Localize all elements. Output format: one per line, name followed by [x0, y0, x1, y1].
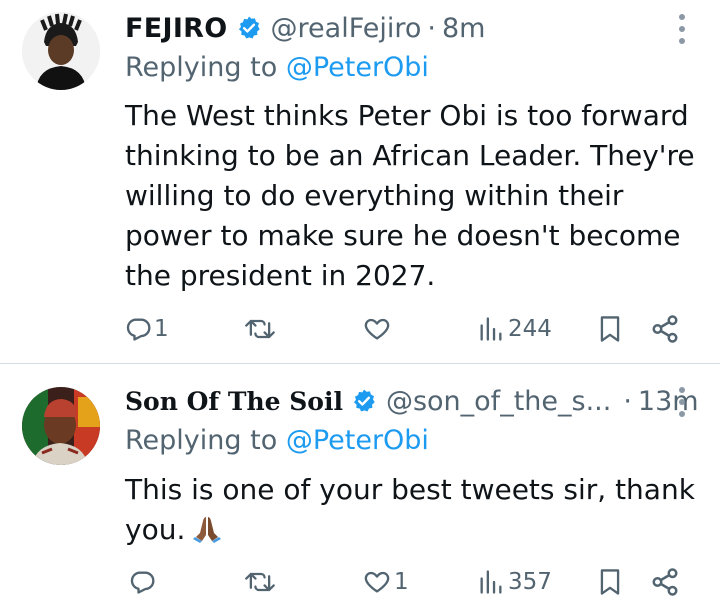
handle[interactable]: @son_of_the_s... — [386, 386, 611, 417]
retweet-button[interactable] — [244, 568, 278, 596]
mention-link[interactable]: @PeterObi — [286, 52, 429, 83]
tweet-text: The West thinks Peter Obi is too forward… — [125, 99, 695, 292]
display-name[interactable]: Son Of The Soil — [125, 387, 343, 416]
tweet-header: Son Of The Soil @son_of_the_s... · 13m — [125, 381, 720, 421]
retweet-button[interactable] — [244, 315, 278, 343]
tweet[interactable]: Son Of The Soil @son_of_the_s... · 13m R… — [0, 365, 720, 607]
retweet-icon — [245, 572, 275, 592]
views-button[interactable]: 357 — [476, 568, 552, 596]
tweet[interactable]: FEJIRO @realFejiro · 8m Replying to @Pet… — [0, 0, 720, 364]
share-button[interactable] — [650, 314, 680, 344]
mention-link[interactable]: @PeterObi — [286, 425, 429, 456]
views-button[interactable]: 244 — [476, 315, 552, 343]
display-name[interactable]: FEJIRO — [125, 13, 228, 44]
timestamp[interactable]: 8m — [442, 13, 485, 44]
reply-button[interactable]: 1 — [124, 315, 169, 343]
verified-badge-icon — [238, 16, 260, 39]
tweet-text: This is one of your best tweets sir, tha… — [125, 470, 695, 554]
action-bar: 1 244 — [0, 310, 720, 350]
bookmark-icon — [600, 569, 620, 595]
bookmark-icon — [600, 316, 620, 342]
share-icon — [652, 315, 678, 343]
separator: · — [623, 385, 632, 417]
reply-button[interactable] — [128, 568, 158, 596]
reply-icon — [126, 318, 151, 341]
action-bar: 1 357 — [0, 563, 720, 603]
verified-badge-icon — [353, 389, 375, 412]
like-count: 1 — [394, 569, 409, 595]
tweet-header: FEJIRO @realFejiro · 8m — [125, 8, 720, 48]
replying-to: Replying to @PeterObi — [125, 52, 429, 83]
replying-to: Replying to @PeterObi — [125, 425, 429, 456]
more-icon[interactable] — [678, 14, 686, 44]
like-button[interactable]: 1 — [362, 568, 409, 596]
replying-label: Replying to — [125, 52, 286, 83]
replying-label: Replying to — [125, 425, 286, 456]
folded-hands-icon — [191, 511, 223, 554]
more-icon[interactable] — [678, 387, 686, 417]
views-icon — [480, 570, 502, 594]
retweet-icon — [245, 319, 275, 339]
share-icon — [652, 568, 678, 596]
like-button[interactable] — [362, 315, 394, 343]
views-icon — [480, 317, 502, 341]
handle[interactable]: @realFejiro — [271, 13, 422, 44]
view-count: 244 — [508, 316, 552, 342]
bookmark-button[interactable] — [596, 567, 624, 597]
reply-count: 1 — [154, 316, 169, 342]
timestamp[interactable]: 13m — [638, 386, 699, 417]
like-icon — [364, 318, 390, 340]
view-count: 357 — [508, 569, 552, 595]
separator: · — [427, 12, 436, 44]
bookmark-button[interactable] — [596, 314, 624, 344]
share-button[interactable] — [650, 567, 680, 597]
avatar[interactable] — [22, 12, 100, 90]
like-icon — [364, 571, 390, 593]
avatar[interactable] — [22, 387, 100, 465]
reply-icon — [130, 571, 155, 594]
